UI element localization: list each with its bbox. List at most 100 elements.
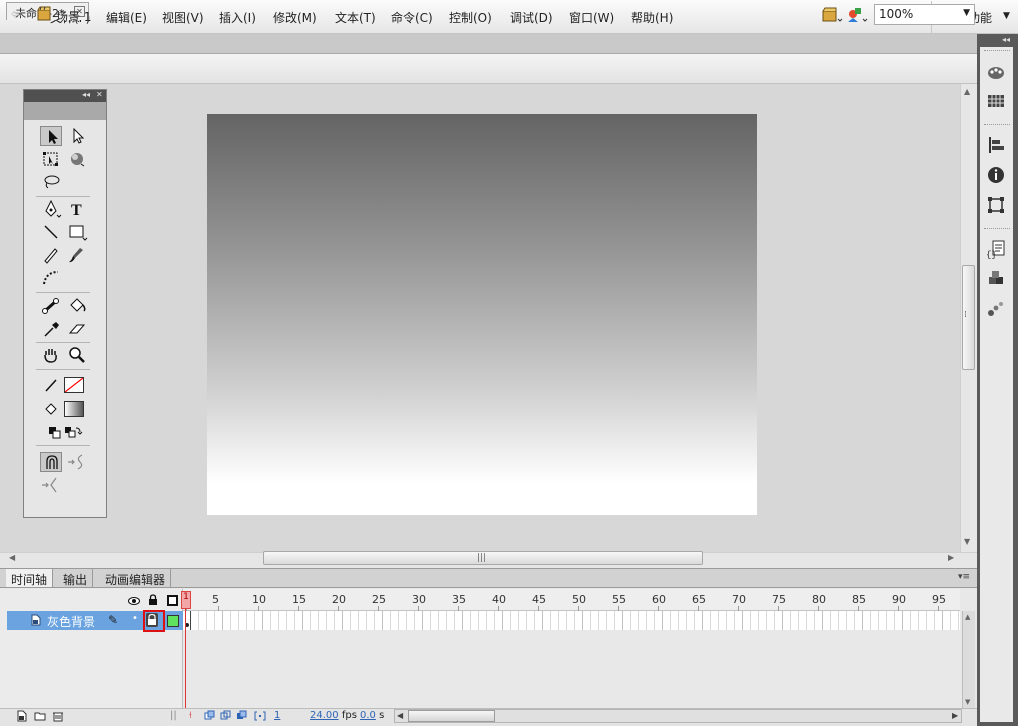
text-tool-icon[interactable]: T <box>66 199 88 219</box>
onion-skin-icon[interactable] <box>204 710 216 722</box>
bone-tool-icon[interactable] <box>40 296 62 316</box>
outline-icon[interactable] <box>167 595 178 606</box>
close-icon[interactable]: ✕ <box>96 90 103 99</box>
line-tool-icon[interactable] <box>40 222 62 242</box>
eyedropper-tool-icon[interactable] <box>40 319 62 339</box>
pen-tool-icon[interactable] <box>40 199 62 219</box>
scroll-left-arrow-icon[interactable]: ◀ <box>9 553 15 562</box>
fill-color-swatch[interactable] <box>64 401 84 417</box>
align-panel-icon[interactable] <box>985 134 1007 156</box>
tools-divider <box>36 196 90 197</box>
edit-multiple-frames-icon[interactable] <box>236 710 248 722</box>
pencil-tool-icon[interactable] <box>40 245 62 265</box>
scene-label[interactable]: 场景 1 <box>56 8 91 25</box>
paint-bucket-tool-icon[interactable] <box>66 296 88 316</box>
free-transform-tool-icon[interactable] <box>40 149 62 169</box>
timeline-scroll-thumb[interactable] <box>408 710 495 722</box>
lasso-tool-icon[interactable] <box>40 172 62 192</box>
scroll-right-arrow-icon[interactable]: ▶ <box>948 553 954 562</box>
zoom-dropdown[interactable]: 100% ▼ <box>874 4 975 25</box>
smooth-icon[interactable] <box>66 452 88 472</box>
snap-to-objects-icon[interactable] <box>40 452 62 472</box>
scroll-down-arrow-icon[interactable]: ▼ <box>964 537 970 546</box>
panel-menu-icon[interactable]: ▾≡ <box>958 572 970 582</box>
stroke-color-icon[interactable] <box>40 375 62 395</box>
menu-edit[interactable]: 编辑(E) <box>106 9 147 26</box>
deco-tool-icon[interactable] <box>40 268 62 288</box>
motion-presets-icon[interactable] <box>985 298 1007 320</box>
menu-window[interactable]: 窗口(W) <box>569 9 614 26</box>
menu-view[interactable]: 视图(V) <box>162 9 204 26</box>
frame-number: 50 <box>572 593 586 606</box>
edit-bar <box>0 54 977 84</box>
actions-panel-icon[interactable]: {} <box>985 238 1007 260</box>
scroll-up-arrow-icon[interactable]: ▲ <box>964 87 970 96</box>
tools-divider <box>36 445 90 446</box>
frame-number: 95 <box>932 593 946 606</box>
tab-timeline[interactable]: 时间轴 <box>6 569 54 587</box>
menu-debug[interactable]: 调试(D) <box>510 9 553 26</box>
center-frame-icon[interactable]: ⟊ <box>189 710 192 721</box>
menu-control[interactable]: 控制(O) <box>449 9 492 26</box>
playhead[interactable]: 1 <box>181 591 191 609</box>
color-panel-icon[interactable] <box>985 61 1007 83</box>
scroll-down-arrow-icon[interactable]: ▼ <box>965 698 970 706</box>
delete-layer-icon[interactable] <box>52 710 64 722</box>
hand-tool-icon[interactable] <box>40 345 62 365</box>
tools-panel-titlebar[interactable]: ◂◂ ✕ <box>24 90 106 102</box>
tab-output[interactable]: 输出 <box>58 569 94 587</box>
collapse-icon[interactable]: ◂◂ <box>1002 35 1010 44</box>
frame-number: 60 <box>652 593 666 606</box>
frame-number: 15 <box>292 593 306 606</box>
edit-symbol-icon[interactable] <box>846 5 870 25</box>
new-layer-icon[interactable] <box>16 710 28 722</box>
straighten-icon[interactable] <box>40 475 62 495</box>
menu-commands[interactable]: 命令(C) <box>391 9 433 26</box>
onion-skin-outlines-icon[interactable] <box>220 710 232 722</box>
stage-canvas[interactable] <box>207 114 757 515</box>
lock-icon[interactable] <box>148 594 158 606</box>
eye-icon[interactable] <box>128 595 140 605</box>
tools-divider <box>36 292 90 293</box>
swatches-panel-icon[interactable] <box>985 90 1007 112</box>
current-frame-value[interactable]: 1 <box>274 710 280 721</box>
3d-rotation-tool-icon[interactable] <box>66 149 88 169</box>
subselection-tool-icon[interactable] <box>66 126 88 146</box>
fps-value[interactable]: 24.00 <box>310 710 339 721</box>
menu-help[interactable]: 帮助(H) <box>631 9 673 26</box>
transform-panel-icon[interactable] <box>985 194 1007 216</box>
eraser-tool-icon[interactable] <box>66 319 88 339</box>
fill-color-icon[interactable] <box>40 399 62 419</box>
zoom-tool-icon[interactable] <box>66 345 88 365</box>
elapsed-value[interactable]: 0.0 <box>360 710 376 721</box>
menu-text[interactable]: 文本(T) <box>335 9 376 26</box>
tab-motion-editor[interactable]: 动画编辑器 <box>100 569 172 587</box>
timeline-vertical-scrollbar[interactable] <box>962 611 975 708</box>
frame-number: 55 <box>612 593 626 606</box>
new-folder-icon[interactable] <box>34 710 46 722</box>
rectangle-tool-icon[interactable] <box>66 222 88 242</box>
menu-modify[interactable]: 修改(M) <box>273 9 317 26</box>
edit-scene-icon[interactable] <box>821 6 843 24</box>
frame-rate[interactable]: 24.00 fps <box>310 710 357 721</box>
layer-outline-color[interactable] <box>167 615 179 627</box>
back-arrow-icon[interactable]: ⇦ <box>11 7 22 22</box>
menu-insert[interactable]: 插入(I) <box>219 9 256 26</box>
scroll-up-arrow-icon[interactable]: ▲ <box>965 613 970 621</box>
stroke-color-swatch[interactable] <box>64 377 84 393</box>
collapse-icon[interactable]: ◂◂ <box>82 90 90 99</box>
visibility-dot-icon[interactable]: • <box>132 613 138 624</box>
brush-tool-icon[interactable] <box>66 245 88 265</box>
lock-highlight-box <box>143 610 165 632</box>
components-panel-icon[interactable] <box>985 268 1007 290</box>
info-panel-icon[interactable] <box>985 164 1007 186</box>
elapsed-time[interactable]: 0.0 s <box>360 710 384 721</box>
scroll-left-arrow-icon[interactable]: ◀ <box>397 711 403 720</box>
scroll-right-arrow-icon[interactable]: ▶ <box>952 711 958 720</box>
fps-unit: fps <box>341 710 357 721</box>
modify-markers-icon[interactable] <box>254 710 266 722</box>
footer-divider: || <box>170 710 177 721</box>
selection-tool-icon[interactable] <box>40 126 62 146</box>
swap-colors-icon[interactable] <box>62 422 84 442</box>
layer-name[interactable]: 灰色背景 <box>47 613 95 630</box>
